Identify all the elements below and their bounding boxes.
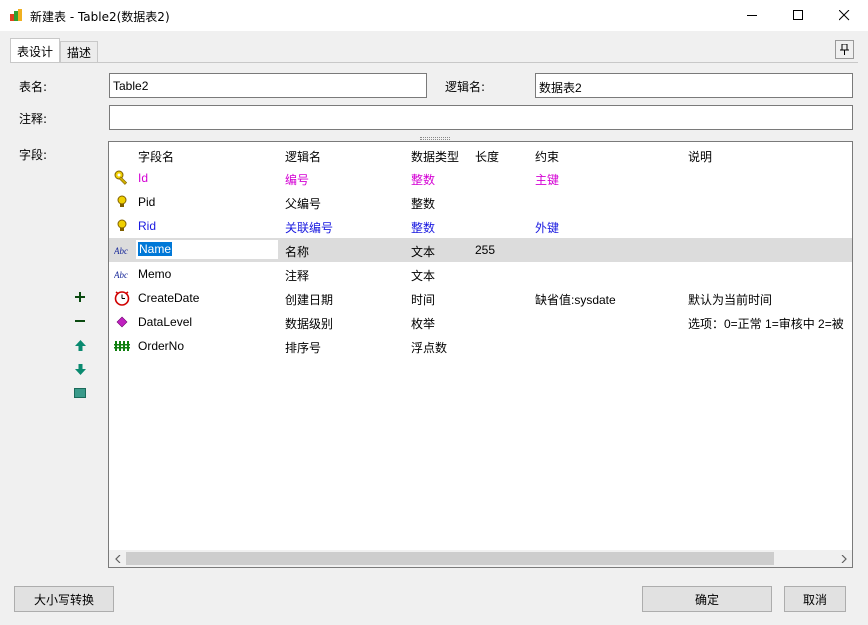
clock-icon [114, 290, 130, 306]
svg-text:Abc: Abc [114, 270, 128, 280]
plus-icon [75, 292, 85, 302]
cancel-button[interactable]: 取消 [784, 586, 846, 612]
table-name-label: 表名: [19, 80, 48, 94]
data-type-cell: 整数 [411, 173, 436, 187]
logical-name-input[interactable]: 数据表2 [535, 73, 853, 98]
minus-icon [75, 320, 85, 322]
move-up-button[interactable] [74, 339, 86, 351]
data-type-cell: 整数 [411, 221, 436, 235]
text-type-icon: Abc [114, 242, 130, 258]
splitter-handle[interactable] [420, 137, 450, 140]
fields-label: 字段: [19, 148, 48, 162]
data-type-cell: 文本 [411, 245, 436, 259]
logical-name-cell: 创建日期 [285, 293, 334, 307]
field-name-cell: Pid [138, 195, 156, 209]
field-name-cell: Memo [138, 267, 172, 281]
index-bulb-icon [114, 194, 130, 210]
table-row[interactable]: Abc Memo 注释 文本 [109, 262, 852, 286]
data-type-cell: 文本 [411, 269, 436, 283]
title-bar: 新建表 - Table2(数据表2) [0, 0, 868, 31]
logical-name-cell: 数据级别 [285, 317, 334, 331]
move-down-button[interactable] [74, 363, 86, 375]
column-header-data-type[interactable]: 数据类型 [411, 148, 459, 165]
grid-view-button[interactable] [74, 387, 86, 399]
close-button[interactable] [821, 0, 867, 31]
close-icon [838, 10, 849, 21]
arrow-up-icon [74, 339, 86, 351]
field-name-cell: CreateDate [138, 291, 200, 305]
minimize-icon [746, 15, 757, 16]
table-row-selected[interactable]: Abc Name 名称 文本 255 [109, 238, 852, 262]
table-row[interactable]: Pid 父编号 整数 [109, 190, 852, 214]
chevron-left-icon [114, 554, 120, 563]
pin-button[interactable] [835, 40, 854, 59]
data-type-cell: 枚举 [411, 317, 436, 331]
scroll-left-button[interactable] [109, 550, 126, 567]
scrollbar-thumb[interactable] [126, 552, 774, 565]
pin-icon [840, 44, 849, 55]
constraint-cell: 主键 [535, 173, 560, 187]
logical-name-cell: 排序号 [285, 341, 322, 355]
field-name-cell: Rid [138, 219, 157, 233]
field-name-selected-text: Name [138, 242, 173, 256]
tab-table-design[interactable]: 表设计 [10, 38, 61, 62]
case-convert-button[interactable]: 大小写转换 [14, 586, 114, 612]
svg-text:Abc: Abc [114, 246, 128, 256]
logical-name-cell: 编号 [285, 173, 310, 187]
data-type-cell: 整数 [411, 197, 436, 211]
table-name-input[interactable]: Table2 [109, 73, 427, 98]
diamond-icon [114, 314, 130, 330]
horizontal-scrollbar[interactable] [109, 550, 852, 567]
description-cell: 选项：0=正常 1=审核中 2=被 [688, 317, 844, 331]
arrow-down-icon [74, 363, 86, 375]
chevron-right-icon [841, 554, 847, 563]
table-row[interactable]: Id 编号 整数 主键 [109, 166, 852, 190]
column-header-description[interactable]: 说明 [688, 148, 712, 165]
grid-header: 字段名 逻辑名 数据类型 长度 约束 说明 [109, 142, 852, 166]
logical-name-cell: 父编号 [285, 197, 322, 211]
table-row[interactable]: CreateDate 创建日期 时间 缺省值:sysdate 默认为当前时间 [109, 286, 852, 310]
logical-name-label: 逻辑名: [445, 80, 486, 94]
field-name-editor[interactable]: Name [136, 240, 278, 259]
scroll-right-button[interactable] [835, 550, 852, 567]
constraint-cell: 外键 [535, 221, 560, 235]
table-row[interactable]: OrderNo 排序号 浮点数 [109, 334, 852, 358]
logical-name-cell: 注释 [285, 269, 310, 283]
text-type-icon: Abc [114, 266, 130, 282]
column-header-field-name[interactable]: 字段名 [138, 148, 174, 165]
ok-button[interactable]: 确定 [642, 586, 772, 612]
minimize-button[interactable] [729, 0, 775, 31]
data-type-cell: 浮点数 [411, 341, 448, 355]
description-cell: 默认为当前时间 [688, 293, 773, 307]
comment-label: 注释: [19, 112, 48, 126]
length-cell: 255 [475, 243, 496, 257]
column-header-logical-name[interactable]: 逻辑名 [285, 148, 321, 165]
comment-input[interactable] [109, 105, 853, 130]
logical-name-cell: 名称 [285, 245, 310, 259]
data-type-cell: 时间 [411, 293, 436, 307]
column-header-length[interactable]: 长度 [475, 148, 499, 165]
add-field-button[interactable] [74, 291, 86, 303]
remove-field-button[interactable] [74, 315, 86, 327]
table-row[interactable]: DataLevel 数据级别 枚举 选项：0=正常 1=审核中 2=被 [109, 310, 852, 334]
maximize-icon [792, 10, 803, 20]
maximize-button[interactable] [775, 0, 821, 31]
field-name-cell: Id [138, 171, 149, 185]
fields-grid[interactable]: 字段名 逻辑名 数据类型 长度 约束 说明 Id 编号 整数 主键 Pid 父编… [108, 141, 853, 568]
constraint-cell: 缺省值:sysdate [535, 293, 616, 307]
column-header-constraint[interactable]: 约束 [535, 148, 559, 165]
app-icon [10, 9, 22, 21]
primary-key-icon [114, 170, 130, 186]
window-title: 新建表 - Table2(数据表2) [30, 10, 170, 24]
number-type-icon [114, 338, 130, 354]
field-name-cell: DataLevel [138, 315, 193, 329]
index-bulb-icon [114, 218, 130, 234]
logical-name-cell: 关联编号 [285, 221, 334, 235]
tab-description[interactable]: 描述 [60, 41, 99, 62]
table-row[interactable]: Rid 关联编号 整数 外键 [109, 214, 852, 238]
table-icon [74, 388, 86, 398]
field-name-cell: OrderNo [138, 339, 185, 353]
